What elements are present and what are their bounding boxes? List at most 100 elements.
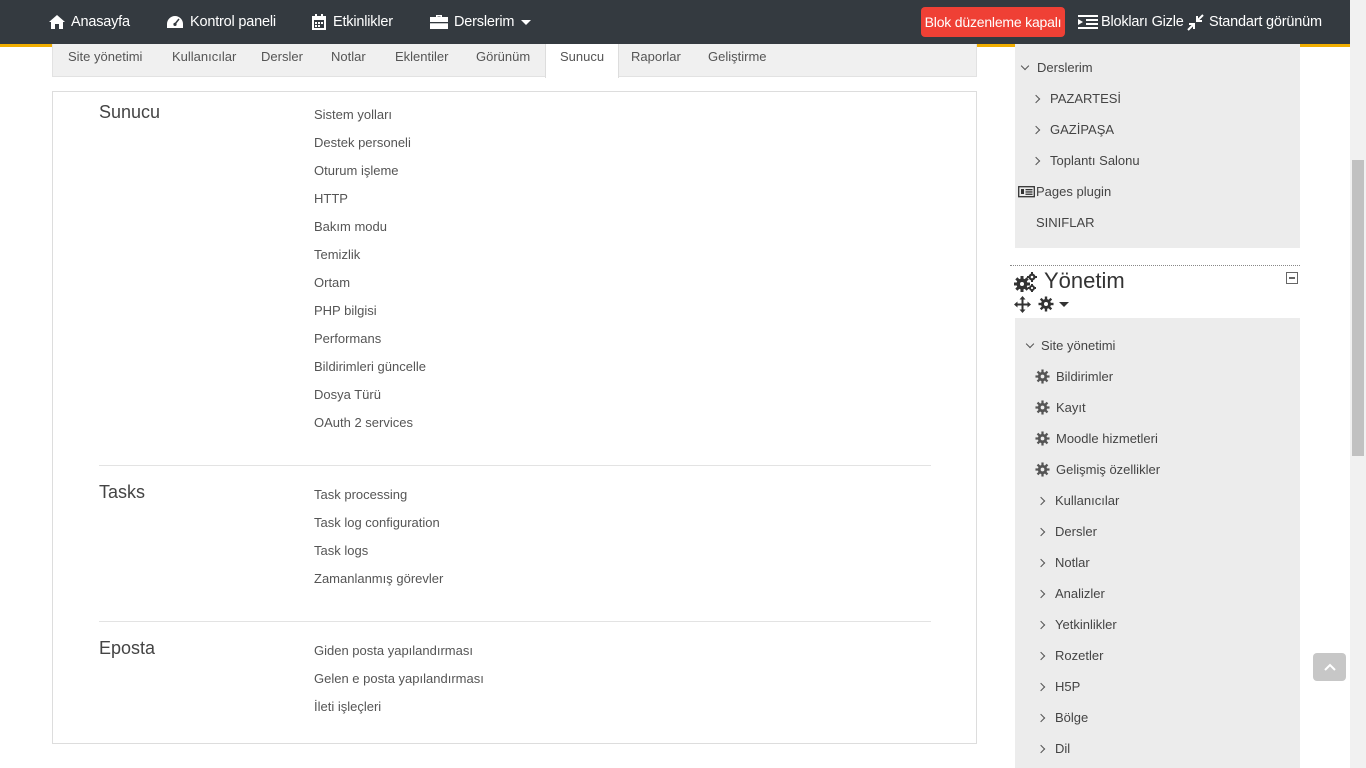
tree-location[interactable]: Bölge [1036,710,1088,725]
section-divider [99,465,931,466]
newspaper-icon [1018,185,1035,197]
dashboard-icon [167,16,183,28]
tree-registration-label: Kayıt [1056,400,1086,415]
tree-grades[interactable]: Notlar [1036,555,1090,570]
link-incoming-mail[interactable]: Gelen e posta yapılandırması [314,671,484,686]
link-session-handling[interactable]: Oturum işleme [314,163,399,178]
cogs-icon [1014,272,1037,292]
tree-course-meeting-room[interactable]: Toplantı Salonu [1031,153,1140,168]
section-title-server: Sunucu [99,102,161,122]
block-actions-menu[interactable] [1038,296,1069,312]
edit-mode-toggle-button[interactable]: Blok düzenleme kapalı [921,7,1065,37]
tree-item-label: Notlar [1055,555,1090,570]
admin-tabs: Site yönetimi Kullanıcılar Dersler Notla… [52,44,977,78]
link-task-processing[interactable]: Task processing [314,487,407,502]
back-to-top-button[interactable] [1313,653,1346,681]
tree-classes[interactable]: SINIFLAR [1036,215,1095,230]
link-oauth2-services[interactable]: OAuth 2 services [314,415,413,430]
section-title-tasks: Tasks [99,482,146,502]
tree-pages-plugin[interactable]: Pages plugin [1018,184,1111,199]
nav-home-link[interactable]: Anasayfa [48,0,130,44]
section-title-email: Eposta [99,638,156,658]
nav-my-courses-dropdown[interactable]: Derslerim [429,0,532,44]
tree-analytics[interactable]: Analizler [1036,586,1105,601]
link-task-logs[interactable]: Task logs [314,543,368,558]
chevron-down-icon [521,19,532,25]
tree-course-label: PAZARTESİ [1050,91,1122,106]
tree-badges[interactable]: Rozetler [1036,648,1103,663]
tree-registration[interactable]: Kayıt [1035,400,1086,415]
tree-item-label: Kullanıcılar [1055,493,1120,508]
tab-reports[interactable]: Raporlar [631,44,681,77]
tree-site-admin[interactable]: Site yönetimi [1025,338,1115,353]
tree-course-label: Toplantı Salonu [1050,153,1140,168]
tree-users[interactable]: Kullanıcılar [1036,493,1120,508]
tree-course-gazipasa[interactable]: GAZİPAŞA [1031,122,1115,137]
link-http[interactable]: HTTP [314,191,348,206]
indent-icon [1078,15,1098,29]
tree-advanced-features[interactable]: Gelişmiş özellikler [1035,462,1160,477]
block-separator [1010,265,1300,266]
tab-site-admin[interactable]: Site yönetimi [68,44,142,77]
tree-language[interactable]: Dil [1036,741,1070,756]
nav-events-link[interactable]: Etkinlikler [310,0,393,44]
calendar-icon [312,14,326,30]
tree-item-label: H5P [1055,679,1081,694]
tree-notifications[interactable]: Bildirimler [1035,369,1113,384]
collapse-block-button[interactable] [1286,272,1298,284]
tree-pages-plugin-label: Pages plugin [1036,184,1112,199]
hide-blocks-button[interactable]: Blokları Gizle [1077,0,1184,44]
tab-users[interactable]: Kullanıcılar [172,44,236,77]
top-navbar: Anasayfa Kontrol paneli Etkinlikler Ders… [0,0,1350,47]
tree-moodle-services[interactable]: Moodle hizmetleri [1035,431,1158,446]
link-update-notifications[interactable]: Bildirimleri güncelle [314,359,426,374]
server-settings-panel: Sunucu Sistem yolları Destek personeli O… [52,91,977,744]
link-cleanup[interactable]: Temizlik [314,247,360,262]
link-message-handlers[interactable]: İleti işleçleri [314,699,381,714]
chevron-right-icon [1036,496,1046,505]
scrollbar-thumb[interactable] [1352,160,1364,456]
tree-course-label: GAZİPAŞA [1050,122,1115,137]
standard-view-button[interactable]: Standart görünüm [1187,0,1322,44]
standard-view-label: Standart görünüm [1209,14,1322,30]
tree-courses[interactable]: Dersler [1036,524,1097,539]
link-system-paths[interactable]: Sistem yolları [314,107,392,122]
tree-notifications-label: Bildirimler [1056,369,1114,384]
tab-grades[interactable]: Notlar [331,44,366,77]
chevron-right-icon [1036,651,1046,660]
link-php-info[interactable]: PHP bilgisi [314,303,377,318]
tree-classes-label: SINIFLAR [1036,215,1095,230]
tab-server[interactable]: Sunucu [545,44,620,78]
tree-item-label: Dersler [1055,524,1097,539]
link-performance[interactable]: Performans [314,331,381,346]
chevron-down-icon [1020,61,1030,70]
link-file-types[interactable]: Dosya Türü [314,387,381,402]
tab-courses[interactable]: Dersler [261,44,303,77]
chevron-right-icon [1036,527,1046,536]
nav-dashboard-link[interactable]: Kontrol paneli [165,0,276,44]
link-environment[interactable]: Ortam [314,275,350,290]
tree-my-courses[interactable]: Derslerim [1020,60,1093,75]
link-maintenance-mode[interactable]: Bakım modu [314,219,387,234]
gear-icon [1035,369,1050,384]
chevron-down-icon [1059,301,1069,307]
tab-development[interactable]: Geliştirme [708,44,767,77]
tree-h5p[interactable]: H5P [1036,679,1081,694]
tab-appearance[interactable]: Görünüm [476,44,530,77]
link-outgoing-mail[interactable]: Giden posta yapılandırması [314,643,473,658]
section-divider [99,621,931,622]
tree-advanced-features-label: Gelişmiş özellikler [1056,462,1161,477]
home-icon [49,15,65,29]
tree-competencies[interactable]: Yetkinlikler [1036,617,1117,632]
link-task-log-configuration[interactable]: Task log configuration [314,515,440,530]
tab-plugins[interactable]: Eklentiler [395,44,448,77]
tree-my-courses-label: Derslerim [1037,60,1093,75]
chevron-down-icon [1025,339,1035,348]
tree-item-label: Yetkinlikler [1055,617,1117,632]
tree-moodle-services-label: Moodle hizmetleri [1056,431,1158,446]
link-scheduled-tasks[interactable]: Zamanlanmış görevler [314,571,443,586]
move-icon[interactable] [1014,296,1031,313]
tree-course-pazartesi[interactable]: PAZARTESİ [1031,91,1122,106]
link-support-contact[interactable]: Destek personeli [314,135,411,150]
admin-tree [1015,318,1300,768]
